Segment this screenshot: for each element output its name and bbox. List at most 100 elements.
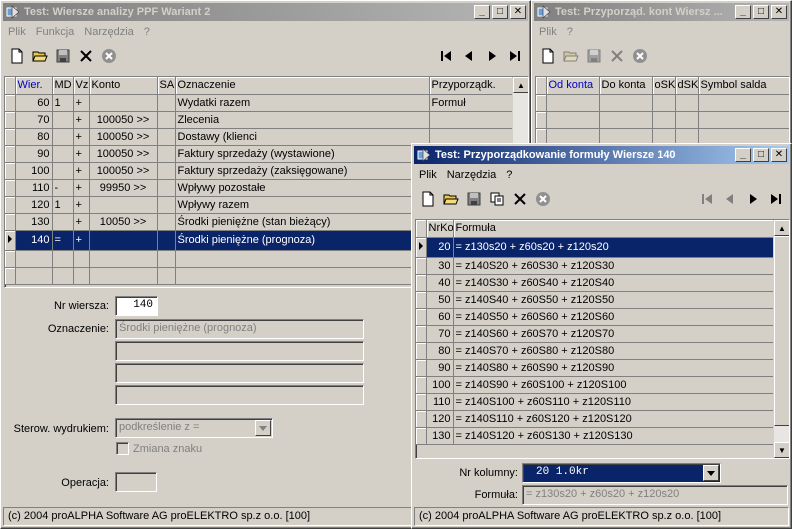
menu-plik[interactable]: Plik: [534, 26, 562, 38]
minimize-button[interactable]: _: [474, 5, 490, 19]
nr-wiersza-input[interactable]: 140: [115, 296, 158, 316]
table-row[interactable]: 60 = z140S50 + z60S60 + z120S60: [416, 308, 775, 326]
col-vz[interactable]: Vz: [73, 77, 90, 95]
col-wier[interactable]: Wier.: [15, 77, 53, 95]
menu-narzedzia[interactable]: Narzędzia: [79, 26, 139, 38]
menu-help[interactable]: ?: [139, 26, 155, 38]
operacja-input[interactable]: [115, 472, 157, 492]
previous-record-icon[interactable]: [718, 188, 741, 210]
col-przyporzadk[interactable]: Przyporządk.: [429, 77, 515, 95]
nr-kolumny-select[interactable]: 20 1.0kr: [522, 463, 721, 483]
formula-input[interactable]: = z130s20 + z60s20 + z120s20: [522, 485, 788, 505]
copy-icon[interactable]: [485, 188, 508, 210]
table-row[interactable]: 30 = z140S20 + z60S30 + z120S30: [416, 257, 775, 275]
maximize-button[interactable]: □: [753, 148, 769, 162]
new-icon[interactable]: [536, 45, 559, 67]
open-folder-icon[interactable]: [439, 188, 462, 210]
save-icon[interactable]: [51, 45, 74, 67]
col-md[interactable]: MD: [52, 77, 74, 95]
table-row[interactable]: 70 = z140S60 + z60S70 + z120S70: [416, 325, 775, 343]
zmiana-znaku-checkbox[interactable]: Zmiana znaku: [116, 442, 202, 455]
cancel-icon[interactable]: [531, 188, 554, 210]
previous-record-icon[interactable]: [457, 45, 480, 67]
cancel-icon[interactable]: [628, 45, 651, 67]
title-bar[interactable]: Test: Przyporząd. kont Wiersz ... _ □ ✕: [534, 3, 789, 21]
formuly-grid[interactable]: NrKo Formuła 20 = z130s20 + z60s20 + z120…: [415, 219, 790, 459]
oznaczenie-input-3[interactable]: [115, 363, 364, 383]
table-row[interactable]: 50 = z140S40 + z60S50 + z120S50: [416, 291, 775, 309]
chevron-down-icon[interactable]: [703, 465, 719, 481]
next-record-icon[interactable]: [741, 188, 764, 210]
oznaczenie-input-2[interactable]: [115, 341, 364, 361]
table-row[interactable]: 120 = z140S110 + z60S120 + z120S120: [416, 410, 775, 428]
title-bar[interactable]: Test: Wiersze analizy PPF Wariant 2 _ □ …: [3, 3, 528, 21]
menu-funkcja[interactable]: Funkcja: [31, 26, 80, 38]
menu-bar: Plik ?: [534, 23, 789, 41]
table-row-empty[interactable]: [536, 94, 789, 112]
table-row[interactable]: 130 = z140S120 + z60S130 + z120S130: [416, 427, 775, 445]
new-icon[interactable]: [5, 45, 28, 67]
scroll-down-icon[interactable]: ▼: [774, 442, 789, 458]
table-row[interactable]: 90 = z140S80 + z60S90 + z120S90: [416, 359, 775, 377]
cancel-icon[interactable]: [97, 45, 120, 67]
scroll-thumb[interactable]: [774, 236, 789, 426]
new-icon[interactable]: [416, 188, 439, 210]
sterow-wydrukiem-select[interactable]: podkreślenie z =: [115, 418, 273, 438]
oznaczenie-input-1[interactable]: Środki pieniężne (prognoza): [115, 319, 364, 339]
col-od-konta[interactable]: Od konta: [546, 77, 600, 95]
next-record-icon[interactable]: [480, 45, 503, 67]
delete-icon[interactable]: [508, 188, 531, 210]
col-do-konta[interactable]: Do konta: [599, 77, 653, 95]
open-folder-icon[interactable]: [28, 45, 51, 67]
scroll-up-icon[interactable]: ▲: [513, 77, 528, 93]
close-button[interactable]: ✕: [510, 5, 526, 19]
col-nrko[interactable]: NrKo: [426, 220, 454, 238]
col-konto[interactable]: Konto: [89, 77, 158, 95]
last-record-icon[interactable]: [764, 188, 787, 210]
menu-plik[interactable]: Plik: [414, 169, 442, 181]
maximize-button[interactable]: □: [753, 5, 769, 19]
last-record-icon[interactable]: [503, 45, 526, 67]
menu-help[interactable]: ?: [501, 169, 517, 181]
open-folder-icon[interactable]: [559, 45, 582, 67]
col-dsk[interactable]: dSK: [675, 77, 699, 95]
nr-kolumny-label: Nr kolumny:: [459, 467, 518, 479]
grid-vertical-scrollbar[interactable]: ▲ ▼: [773, 220, 789, 458]
table-row-empty[interactable]: [536, 111, 789, 129]
minimize-button[interactable]: _: [735, 148, 751, 162]
window-przyporzadkowanie-formuly: Test: Przyporządkowanie formuły Wiersze …: [411, 143, 792, 529]
table-row[interactable]: 110 = z140S100 + z60S110 + z120S110: [416, 393, 775, 411]
table-row[interactable]: 40 = z140S30 + z60S40 + z120S40: [416, 274, 775, 292]
table-row[interactable]: 70 +100050 >> Zlecenia: [5, 111, 515, 129]
menu-narzedzia[interactable]: Narzędzia: [442, 169, 502, 181]
first-record-icon[interactable]: [434, 45, 457, 67]
konta-grid[interactable]: Od konta Do konta oSK dSK Symbol salda: [535, 76, 790, 148]
app-icon: [6, 5, 20, 19]
col-osk[interactable]: oSK: [652, 77, 676, 95]
chevron-down-icon[interactable]: [255, 420, 271, 436]
close-button[interactable]: ✕: [771, 5, 787, 19]
maximize-button[interactable]: □: [492, 5, 508, 19]
col-symbol-salda[interactable]: Symbol salda: [698, 77, 789, 95]
close-button[interactable]: ✕: [771, 148, 787, 162]
title-bar[interactable]: Test: Przyporządkowanie formuły Wiersze …: [414, 146, 789, 164]
checkbox-box[interactable]: [116, 442, 129, 455]
save-icon[interactable]: [462, 188, 485, 210]
table-row[interactable]: 100 = z140S90 + z60S100 + z120S100: [416, 376, 775, 394]
save-icon[interactable]: [582, 45, 605, 67]
menu-plik[interactable]: Plik: [3, 26, 31, 38]
toolbar: [5, 43, 526, 69]
menu-help[interactable]: ?: [562, 26, 578, 38]
col-oznaczenie[interactable]: Oznaczenie: [175, 77, 430, 95]
delete-icon[interactable]: [74, 45, 97, 67]
minimize-button[interactable]: _: [735, 5, 751, 19]
col-formula[interactable]: Formuła: [453, 220, 775, 238]
delete-icon[interactable]: [605, 45, 628, 67]
table-row-selected[interactable]: 20 = z130s20 + z60s20 + z120s20: [416, 237, 775, 258]
oznaczenie-input-4[interactable]: [115, 385, 364, 405]
table-row[interactable]: 80 = z140S70 + z60S80 + z120S80: [416, 342, 775, 360]
scroll-up-icon[interactable]: ▲: [774, 220, 789, 236]
table-row[interactable]: 60 1 + Wydatki razem Formuł: [5, 94, 515, 112]
col-sa[interactable]: SA: [157, 77, 176, 95]
first-record-icon[interactable]: [695, 188, 718, 210]
